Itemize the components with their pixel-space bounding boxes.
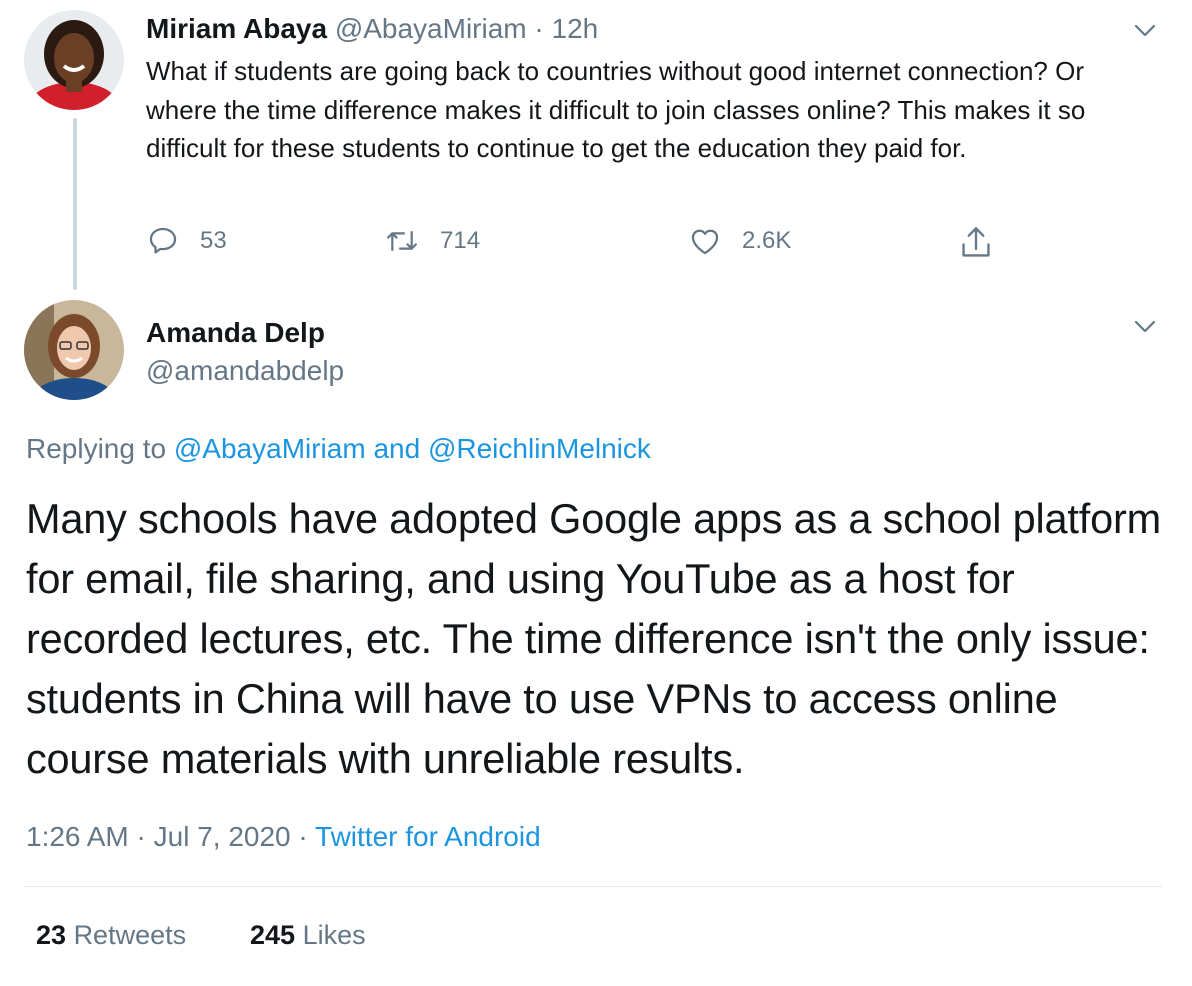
share-action[interactable] <box>958 224 1014 262</box>
parent-timestamp[interactable]: 12h <box>552 13 599 44</box>
parent-header-separator: · <box>534 13 544 44</box>
tweet-source-link[interactable]: Twitter for Android <box>315 821 541 852</box>
chevron-down-icon <box>1134 24 1156 37</box>
likes-count: 245 <box>250 920 296 950</box>
main-author-handle[interactable]: @amandabdelp <box>146 354 344 388</box>
main-author-name[interactable]: Amanda Delp <box>146 316 325 350</box>
like-count: 2.6K <box>742 227 792 254</box>
avatar-miriam-image <box>24 10 124 110</box>
reply-count: 53 <box>200 227 227 254</box>
reply-target-link-1[interactable]: @AbayaMiriam <box>174 433 366 464</box>
parent-author-handle[interactable]: @AbayaMiriam <box>335 13 527 44</box>
reply-target-link-2[interactable]: @ReichlinMelnick <box>428 433 651 464</box>
replying-to-label: Replying to <box>26 433 167 464</box>
likes-stat[interactable]: 245 Likes <box>250 920 366 951</box>
parent-author-name[interactable]: Miriam Abaya <box>146 13 327 44</box>
like-action[interactable]: 2.6K <box>688 224 791 258</box>
main-more-menu[interactable] <box>1134 320 1156 339</box>
retweet-count: 714 <box>440 227 481 254</box>
parent-more-menu[interactable] <box>1134 24 1156 43</box>
reply-icon <box>149 227 177 254</box>
avatar-miriam[interactable] <box>24 10 124 110</box>
retweet-icon <box>387 231 417 251</box>
tweet-meta-line: 1:26 AM · Jul 7, 2020 · Twitter for Andr… <box>26 820 541 854</box>
replying-to-line: Replying to @AbayaMiriam and @ReichlinMe… <box>26 432 651 466</box>
parent-tweet-text: What if students are going back to count… <box>146 56 1086 163</box>
retweets-stat[interactable]: 23 Retweets <box>36 920 186 951</box>
avatar-amanda-image <box>24 300 124 400</box>
reply-action[interactable]: 53 <box>146 224 227 258</box>
retweet-action[interactable]: 714 <box>384 224 480 258</box>
likes-label: Likes <box>302 920 366 950</box>
meta-dot-2: · <box>298 821 308 852</box>
meta-dot-1: · <box>136 821 146 852</box>
stats-divider <box>24 886 1162 887</box>
like-icon <box>691 229 719 255</box>
tweet-time[interactable]: 1:26 AM <box>26 821 129 852</box>
thread-connector-line <box>73 118 77 290</box>
share-icon <box>962 227 990 257</box>
chevron-down-icon <box>1134 320 1156 333</box>
parent-tweet-header: Miriam Abaya @AbayaMiriam · 12h <box>146 12 598 46</box>
main-tweet-text: Many schools have adopted Google apps as… <box>26 495 1161 782</box>
avatar-amanda[interactable] <box>24 300 124 400</box>
retweets-label: Retweets <box>73 920 187 950</box>
reply-target-and: and <box>373 433 421 464</box>
retweets-count: 23 <box>36 920 67 950</box>
tweet-date[interactable]: Jul 7, 2020 <box>154 821 291 852</box>
